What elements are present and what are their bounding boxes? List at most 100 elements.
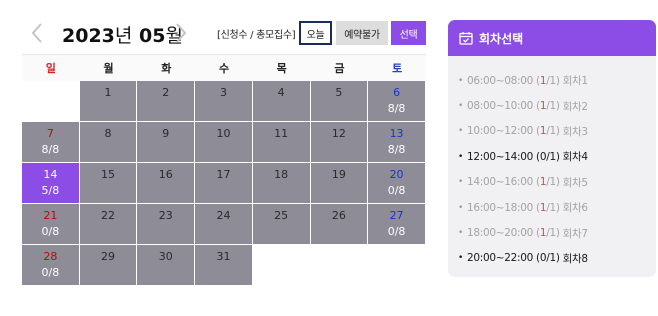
calendar-day-20[interactable]: 20 0/8 (368, 163, 426, 204)
day-number: 17 (216, 168, 231, 181)
day-number: 4 (277, 86, 285, 99)
calendar-day-3[interactable]: 3 (195, 81, 253, 122)
day-number: 29 (101, 250, 116, 263)
day-number: 14 (43, 168, 58, 181)
calendar-week: 1 2 3 4 5 6 8/8 (22, 81, 426, 122)
calendar-day-30[interactable]: 30 (137, 245, 196, 286)
day-number: 25 (274, 209, 289, 222)
calendar-day-25[interactable]: 25 (252, 204, 311, 245)
day-number: 3 (219, 86, 227, 99)
prev-month-button[interactable] (28, 20, 48, 46)
calendar-day-4[interactable]: 4 (252, 81, 311, 122)
session-time: 18:00~20:00 (467, 227, 534, 240)
day-number: 22 (101, 209, 116, 222)
bullet-dot-icon: • (458, 101, 464, 112)
day-number: 9 (162, 127, 170, 140)
day-number: 26 (331, 209, 346, 222)
calendar-day-26[interactable]: 26 (310, 204, 369, 245)
weekday-tue: 화 (161, 62, 172, 75)
calendar-day-8[interactable]: 8 (79, 122, 138, 163)
calendar-day-21[interactable]: 21 0/8 (22, 204, 80, 245)
calendar-day-1[interactable]: 1 (79, 81, 138, 122)
calendar-day-17[interactable]: 17 (195, 163, 253, 204)
day-number: 27 (389, 209, 404, 222)
day-number: 30 (158, 250, 173, 263)
bullet-dot-icon: • (458, 228, 464, 239)
session-item-1[interactable]: • 06:00~08:00 (1/1) 회차1 (458, 68, 656, 93)
calendar-day-14[interactable]: 14 5/8 (22, 163, 80, 204)
calendar-day-12[interactable]: 12 (310, 122, 369, 163)
session-used: 1 (539, 125, 547, 138)
calendar-day-2[interactable]: 2 (137, 81, 196, 122)
year-value: 2023 (62, 25, 115, 47)
calendar-weeks: 1 2 3 4 5 6 8/8 7 8/8 8 9 10 11 12 13 8/8 14 5/8 15 16 17 18 1… (22, 81, 426, 286)
bullet-dot-icon: • (458, 75, 464, 86)
weekday-fri: 금 (334, 62, 345, 75)
calendar-day-7[interactable]: 7 8/8 (22, 122, 80, 163)
weekday-thu: 목 (276, 62, 287, 75)
weekday-wed: 수 (218, 62, 230, 75)
calendar-header: 2023년 05월 [신청수 / 총모집수] 오늘 예약불가 선택 (22, 18, 426, 48)
calendar-day-24[interactable]: 24 (195, 204, 253, 245)
calendar-day-23[interactable]: 23 (137, 204, 196, 245)
calendar-day-6[interactable]: 6 8/8 (368, 81, 426, 122)
session-used: 1 (539, 227, 547, 240)
session-used: 0 (539, 252, 547, 265)
calendar-day-11[interactable]: 11 (252, 122, 311, 163)
calendar-day-19[interactable]: 19 (310, 163, 369, 204)
session-item-6[interactable]: • 16:00~18:00 (1/1) 회차6 (458, 195, 656, 220)
calendar-day-18[interactable]: 18 (252, 163, 311, 204)
month-title: 2023년 05월 (62, 21, 183, 48)
calendar-day-27[interactable]: 27 0/8 (368, 204, 426, 245)
next-month-button[interactable] (170, 20, 190, 46)
session-capacity: (1/1) (536, 100, 560, 113)
session-name: 회차1 (562, 75, 588, 88)
calendar-day-31[interactable]: 31 (195, 245, 253, 286)
calendar-day-22[interactable]: 22 (79, 204, 138, 245)
calendar-day-29[interactable]: 29 (79, 245, 138, 286)
day-number: 23 (158, 209, 173, 222)
day-count: 8/8 (387, 102, 406, 115)
calendar-check-icon (459, 32, 473, 45)
day-number: 28 (43, 250, 58, 263)
calendar-day-15[interactable]: 15 (79, 163, 138, 204)
weekday-sat: 토 (392, 62, 403, 75)
session-name: 회차8 (562, 252, 588, 265)
session-capacity: (1/1) (536, 74, 560, 87)
calendar-day-13[interactable]: 13 8/8 (368, 122, 426, 163)
session-used: 1 (539, 100, 547, 113)
session-used: 1 (539, 176, 547, 189)
day-number: 2 (162, 86, 170, 99)
day-number: 24 (216, 209, 231, 222)
calendar-week: 7 8/8 8 9 10 11 12 13 8/8 (22, 122, 426, 163)
session-item-3[interactable]: • 10:00~12:00 (1/1) 회차3 (458, 119, 656, 144)
weekday-header: 일 월 화 수 목 금 토 (22, 54, 426, 81)
bullet-dot-icon: • (458, 126, 464, 137)
session-item-5[interactable]: • 14:00~16:00 (1/1) 회차5 (458, 170, 656, 195)
count-label: [신청수 / 총모집수] (217, 30, 296, 41)
calendar-day-5[interactable]: 5 (310, 81, 369, 122)
weekday-sun: 일 (45, 62, 56, 75)
session-item-7[interactable]: • 18:00~20:00 (1/1) 회차7 (458, 220, 656, 245)
legend-today: 오늘 (299, 21, 332, 45)
session-item-4[interactable]: • 12:00~14:00 (0/1) 회차4 (458, 144, 656, 169)
calendar-day-16[interactable]: 16 (137, 163, 196, 204)
day-number: 31 (216, 250, 231, 263)
session-capacity: (1/1) (536, 227, 560, 240)
chevron-right-icon (176, 23, 187, 43)
calendar-day-9[interactable]: 9 (137, 122, 196, 163)
calendar-empty-cell (252, 245, 311, 286)
session-used: 1 (539, 201, 547, 214)
day-number: 11 (274, 127, 289, 140)
calendar-day-10[interactable]: 10 (195, 122, 253, 163)
bullet-dot-icon: • (458, 253, 464, 264)
session-item-2[interactable]: • 08:00~10:00 (1/1) 회차2 (458, 93, 656, 118)
chevron-left-icon (31, 23, 42, 43)
month-value: 05 (139, 25, 166, 47)
calendar-week: 14 5/8 15 16 17 18 19 20 0/8 (22, 163, 426, 204)
session-total: 1 (549, 74, 556, 87)
session-name: 회차3 (562, 125, 588, 138)
weekday-mon: 월 (103, 62, 114, 75)
session-item-8[interactable]: • 20:00~22:00 (0/1) 회차8 (458, 246, 656, 271)
calendar-day-28[interactable]: 28 0/8 (22, 245, 80, 286)
